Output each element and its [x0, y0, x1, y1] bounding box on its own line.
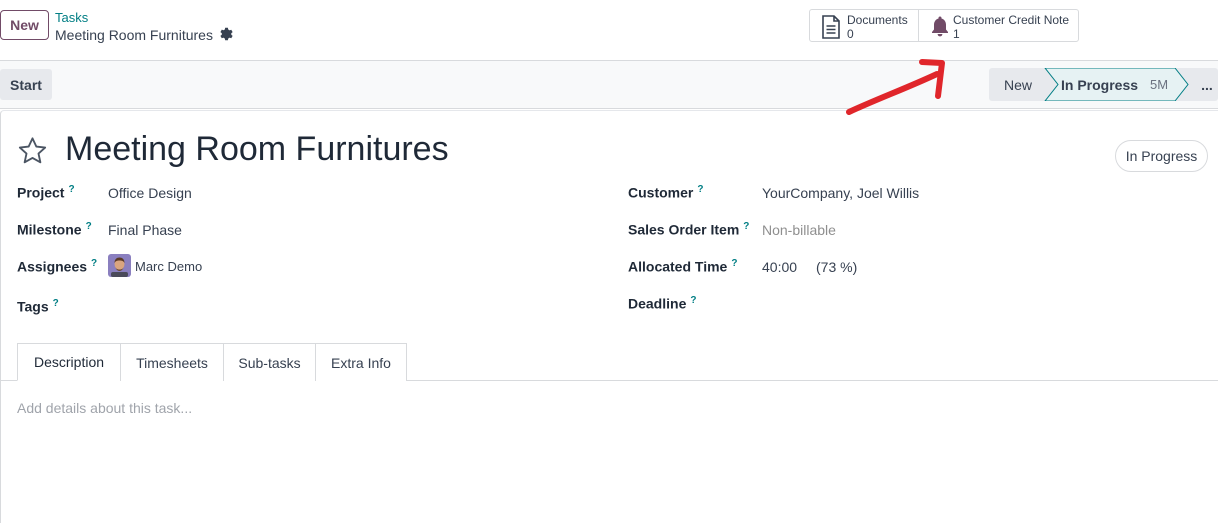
help-icon[interactable]: ? [690, 295, 696, 306]
help-icon[interactable]: ? [697, 184, 703, 195]
help-icon[interactable]: ? [743, 221, 749, 232]
credit-note-count: 1 [953, 27, 960, 41]
notebook-tabs: Description Timesheets Sub-tasks Extra I… [17, 343, 407, 381]
help-icon[interactable]: ? [86, 221, 92, 232]
status-bar: Start New In Progress 5M ... [0, 60, 1218, 109]
documents-smart-button[interactable]: Documents 0 [810, 10, 919, 41]
allocated-time-field[interactable]: 40:00 [762, 259, 797, 275]
sales-order-item-field[interactable]: Non-billable [762, 222, 836, 238]
tags-label: Tags? [17, 298, 59, 315]
customer-field[interactable]: YourCompany, Joel Willis [762, 185, 919, 201]
milestone-label-text: Milestone [17, 221, 82, 238]
tab-timesheets[interactable]: Timesheets [120, 343, 224, 381]
start-button[interactable]: Start [0, 69, 52, 100]
tab-sub-tasks[interactable]: Sub-tasks [223, 343, 316, 381]
tags-label-text: Tags [17, 298, 49, 315]
description-editor[interactable]: Add details about this task... [17, 400, 192, 416]
help-icon[interactable]: ? [731, 258, 737, 269]
breadcrumb-current: Meeting Room Furnitures [55, 27, 213, 43]
stage-pipeline: New In Progress 5M ... [989, 68, 1218, 101]
stage-new[interactable]: New [989, 68, 1047, 101]
breadcrumb-tasks-link[interactable]: Tasks [55, 10, 88, 25]
control-panel: New Tasks Meeting Room Furnitures Docume… [0, 0, 1218, 60]
allocated-time-label-text: Allocated Time [628, 258, 728, 275]
avatar-image [108, 254, 131, 277]
tags-field[interactable] [108, 298, 588, 316]
help-icon[interactable]: ? [91, 258, 97, 269]
bell-icon [932, 16, 948, 37]
project-label-text: Project [17, 184, 65, 201]
documents-count: 0 [847, 27, 854, 41]
sales-order-item-label: Sales Order Item? [628, 221, 749, 238]
stage-more-button[interactable]: ... [1196, 68, 1218, 101]
help-icon[interactable]: ? [53, 298, 59, 309]
milestone-field[interactable]: Final Phase [108, 222, 182, 238]
new-record-button[interactable]: New [0, 10, 49, 40]
tab-extra-info[interactable]: Extra Info [315, 343, 407, 381]
help-icon[interactable]: ? [68, 184, 74, 195]
milestone-label: Milestone? [17, 221, 92, 238]
allocated-time-label: Allocated Time? [628, 258, 737, 275]
star-icon[interactable] [16, 135, 49, 167]
deadline-field[interactable] [762, 295, 1202, 313]
deadline-label-text: Deadline [628, 295, 687, 312]
task-state-button[interactable]: In Progress [1115, 140, 1208, 172]
customer-label-text: Customer [628, 184, 694, 201]
assignees-label: Assignees? [17, 258, 97, 275]
customer-label: Customer? [628, 184, 703, 201]
annotation-arrow [846, 59, 945, 115]
assignees-label-text: Assignees [17, 258, 88, 275]
stage-duration: 5M [1150, 77, 1169, 92]
tab-description[interactable]: Description [17, 343, 121, 381]
task-title[interactable]: Meeting Room Furnitures [65, 130, 449, 169]
allocated-time-percentage: (73 %) [816, 259, 858, 275]
assignee-name[interactable]: Marc Demo [135, 259, 202, 274]
gear-icon[interactable] [219, 27, 233, 41]
document-icon [822, 15, 840, 39]
avatar[interactable] [108, 254, 131, 277]
deadline-label: Deadline? [628, 295, 696, 312]
sales-order-item-label-text: Sales Order Item [628, 221, 740, 238]
stage-in-progress-label: In Progress [1061, 76, 1139, 93]
smart-buttons: Documents 0 Customer Credit Note 1 [809, 9, 1079, 42]
stage-in-progress[interactable]: In Progress 5M [1061, 68, 1168, 101]
project-field[interactable]: Office Design [108, 185, 192, 201]
documents-label: Documents [847, 13, 908, 27]
form-sheet [0, 110, 1218, 523]
customer-credit-note-smart-button[interactable]: Customer Credit Note 1 [919, 10, 1078, 41]
credit-note-label: Customer Credit Note [953, 13, 1070, 27]
project-label: Project? [17, 184, 75, 201]
